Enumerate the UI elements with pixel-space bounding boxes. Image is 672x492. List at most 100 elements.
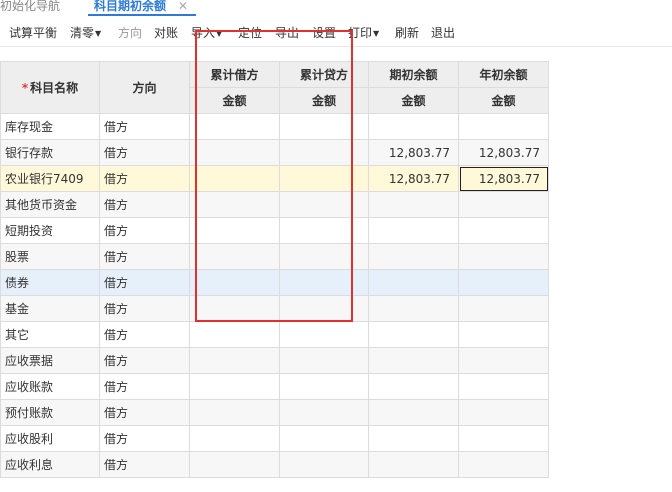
- cum-debit-cell[interactable]: [189, 139, 280, 166]
- direction-cell[interactable]: 借方: [99, 139, 190, 166]
- cum-credit-cell[interactable]: [279, 217, 369, 244]
- cum-credit-cell[interactable]: [279, 269, 369, 296]
- direction-cell[interactable]: 借方: [99, 347, 190, 374]
- settings-button[interactable]: 设置: [312, 24, 336, 41]
- direction-cell[interactable]: 借方: [99, 373, 190, 400]
- table-row[interactable]: 应收账款 借方: [0, 373, 549, 400]
- year-opening-cell[interactable]: [458, 451, 549, 478]
- account-name-cell[interactable]: 应收股利: [0, 425, 100, 452]
- year-opening-cell[interactable]: [458, 191, 549, 218]
- cum-debit-cell[interactable]: [189, 269, 280, 296]
- table-row[interactable]: 预付账款 借方: [0, 399, 549, 426]
- cum-debit-cell[interactable]: [189, 243, 280, 270]
- table-row[interactable]: 基金 借方: [0, 295, 549, 322]
- direction-cell[interactable]: 借方: [99, 217, 190, 244]
- cum-debit-cell[interactable]: [189, 399, 280, 426]
- period-opening-cell[interactable]: [368, 113, 459, 140]
- account-name-cell[interactable]: 应收账款: [0, 373, 100, 400]
- period-opening-cell[interactable]: [368, 399, 459, 426]
- account-name-cell[interactable]: 基金: [0, 295, 100, 322]
- period-opening-cell[interactable]: [368, 373, 459, 400]
- period-opening-cell[interactable]: [368, 347, 459, 374]
- cum-debit-cell[interactable]: [189, 165, 280, 192]
- table-row[interactable]: 银行存款 借方 12,803.77 12,803.77: [0, 139, 549, 166]
- trial-balance-button[interactable]: 试算平衡: [9, 24, 57, 41]
- account-name-cell[interactable]: 债券: [0, 269, 100, 296]
- account-name-cell[interactable]: 农业银行7409: [0, 165, 100, 192]
- tab-init-guide[interactable]: 初始化导航: [0, 0, 60, 16]
- year-opening-cell[interactable]: [458, 347, 549, 374]
- direction-cell[interactable]: 借方: [99, 295, 190, 322]
- period-opening-cell[interactable]: [368, 321, 459, 348]
- period-opening-cell[interactable]: [368, 451, 459, 478]
- period-opening-cell[interactable]: [368, 295, 459, 322]
- exit-button[interactable]: 退出: [431, 24, 455, 41]
- direction-cell[interactable]: 借方: [99, 243, 190, 270]
- year-opening-cell[interactable]: 12,803.77: [458, 139, 549, 166]
- period-opening-cell[interactable]: [368, 425, 459, 452]
- year-opening-cell[interactable]: [458, 321, 549, 348]
- col-header-cum-debit[interactable]: 累计借方: [189, 61, 280, 88]
- table-row[interactable]: 应收票据 借方: [0, 347, 549, 374]
- direction-cell[interactable]: 借方: [99, 113, 190, 140]
- table-row[interactable]: 债券 借方: [0, 269, 549, 296]
- col-header-direction[interactable]: 方向: [99, 61, 190, 114]
- clear-zero-button[interactable]: 清零▼: [70, 24, 101, 41]
- period-opening-cell[interactable]: 12,803.77: [368, 165, 459, 192]
- year-opening-cell[interactable]: [458, 295, 549, 322]
- cum-credit-cell[interactable]: [279, 165, 369, 192]
- cum-credit-cell[interactable]: [279, 113, 369, 140]
- table-row[interactable]: 农业银行7409 借方 12,803.77 12,803.77: [0, 165, 549, 192]
- cum-credit-cell[interactable]: [279, 321, 369, 348]
- direction-button[interactable]: 方向: [118, 24, 142, 41]
- direction-cell[interactable]: 借方: [99, 165, 190, 192]
- table-row[interactable]: 股票 借方: [0, 243, 549, 270]
- import-button[interactable]: 导入▼: [191, 24, 222, 41]
- year-opening-cell[interactable]: [458, 217, 549, 244]
- cum-credit-cell[interactable]: [279, 451, 369, 478]
- year-opening-cell[interactable]: [458, 269, 549, 296]
- print-button[interactable]: 打印▼: [348, 24, 379, 41]
- direction-cell[interactable]: 借方: [99, 425, 190, 452]
- table-row[interactable]: 应收利息 借方: [0, 451, 549, 478]
- locate-button[interactable]: 定位: [238, 24, 262, 41]
- cum-debit-cell[interactable]: [189, 191, 280, 218]
- cum-debit-cell[interactable]: [189, 425, 280, 452]
- cum-credit-cell[interactable]: [279, 243, 369, 270]
- year-opening-cell[interactable]: [458, 243, 549, 270]
- cum-credit-cell[interactable]: [279, 425, 369, 452]
- cum-debit-cell[interactable]: [189, 451, 280, 478]
- account-name-cell[interactable]: 预付账款: [0, 399, 100, 426]
- cum-debit-cell[interactable]: [189, 321, 280, 348]
- col-header-cum-credit[interactable]: 累计贷方: [279, 61, 369, 88]
- year-opening-cell[interactable]: [458, 373, 549, 400]
- cum-debit-cell[interactable]: [189, 217, 280, 244]
- direction-cell[interactable]: 借方: [99, 269, 190, 296]
- col-header-account-name[interactable]: * 科目名称: [0, 61, 100, 114]
- export-button[interactable]: 导出: [275, 24, 299, 41]
- cum-debit-cell[interactable]: [189, 347, 280, 374]
- refresh-button[interactable]: 刷新: [395, 24, 419, 41]
- period-opening-cell[interactable]: [368, 269, 459, 296]
- account-name-cell[interactable]: 其它: [0, 321, 100, 348]
- account-name-cell[interactable]: 库存现金: [0, 113, 100, 140]
- year-opening-cell[interactable]: [458, 113, 549, 140]
- direction-cell[interactable]: 借方: [99, 191, 190, 218]
- account-name-cell[interactable]: 短期投资: [0, 217, 100, 244]
- period-opening-cell[interactable]: [368, 217, 459, 244]
- table-row[interactable]: 库存现金 借方: [0, 113, 549, 140]
- period-opening-cell[interactable]: [368, 243, 459, 270]
- account-name-cell[interactable]: 股票: [0, 243, 100, 270]
- year-opening-cell[interactable]: 12,803.77: [458, 165, 549, 192]
- cum-credit-cell[interactable]: [279, 399, 369, 426]
- direction-cell[interactable]: 借方: [99, 399, 190, 426]
- cum-credit-cell[interactable]: [279, 347, 369, 374]
- table-row[interactable]: 短期投资 借方: [0, 217, 549, 244]
- cum-credit-cell[interactable]: [279, 139, 369, 166]
- period-opening-cell[interactable]: 12,803.77: [368, 139, 459, 166]
- reconcile-button[interactable]: 对账: [154, 24, 178, 41]
- cum-debit-cell[interactable]: [189, 295, 280, 322]
- period-opening-cell[interactable]: [368, 191, 459, 218]
- direction-cell[interactable]: 借方: [99, 451, 190, 478]
- cum-debit-cell[interactable]: [189, 113, 280, 140]
